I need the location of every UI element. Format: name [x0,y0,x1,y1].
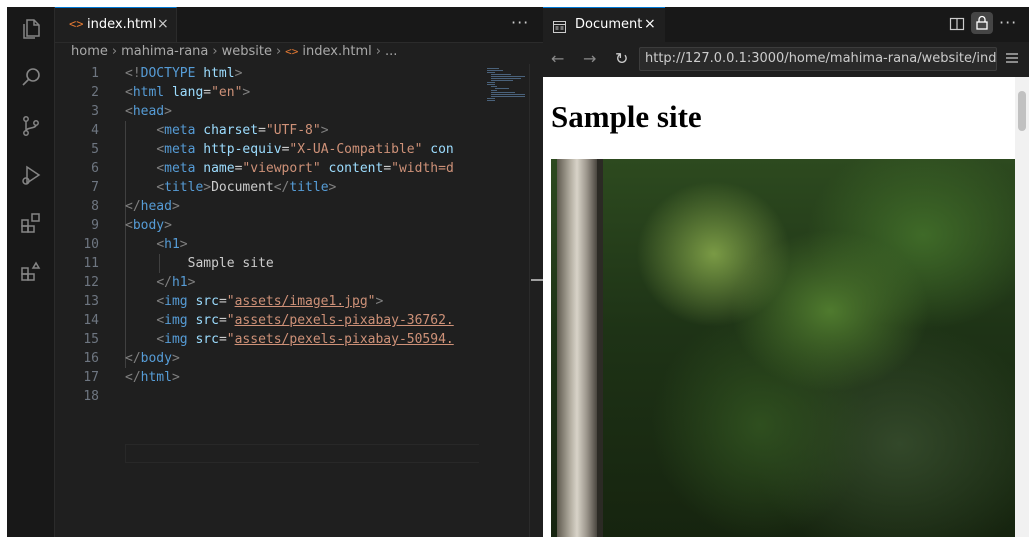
window-top-edge [0,0,1029,7]
scrollbar-thumb[interactable] [1018,91,1026,131]
tab-label: Document [575,17,643,32]
chevron-right-icon: › [375,44,381,59]
editor-scrollbar[interactable] [529,64,544,537]
close-icon[interactable]: × [644,16,656,32]
more-actions-icon[interactable]: ··· [999,13,1017,32]
breadcrumb: home › mahima-rana › website › <> index.html ›..… [71,44,397,64]
browser-preview: Document × ··· ← → ↻ http://127.0.0.1:30… [543,7,1029,537]
breadcrumb-item-symbols[interactable]: ... [385,44,397,59]
menu-icon[interactable] [1005,50,1019,64]
code-line: 4 <meta charset="UTF-8"> [91,123,329,138]
code-line: 11 Sample site [83,256,274,271]
breadcrumb-item-file[interactable]: index.html [302,44,371,59]
explorer-icon[interactable] [19,17,43,41]
browser-icon [553,18,566,33]
minimap[interactable] [479,64,529,537]
remote-explorer-icon[interactable] [19,259,43,283]
code-line: 13 <img src="assets/image1.jpg"> [83,294,384,309]
code-line: 1 <!DOCTYPE html> [91,66,243,81]
breadcrumb-item-user[interactable]: mahima-rana [121,44,208,59]
code-line: 15 <img src="assets/pexels-pixabay-50594… [83,332,454,347]
run-debug-icon[interactable] [19,163,43,187]
code-line: 7 <title>Document</title> [91,180,337,195]
tab-label: index.html [87,17,157,32]
image-path-link[interactable]: assets/pexels-pixabay-36762. [235,313,454,328]
reload-icon[interactable]: ↻ [615,49,628,68]
tab-document[interactable]: Document × [543,7,665,42]
image-path-link[interactable]: assets/image1.jpg [235,294,368,309]
split-editor-icon[interactable] [949,16,965,32]
lock-icon[interactable] [971,12,993,34]
html-file-icon: <> [69,17,84,31]
page-scrollbar[interactable] [1015,77,1029,537]
code-line: 9 <body> [91,218,172,233]
code-line: 18 [83,389,99,404]
image-path-link[interactable]: assets/pexels-pixabay-50594. [235,332,454,347]
back-icon[interactable]: ← [551,49,564,68]
forest-image [551,159,1015,537]
browser-tab-bar: Document × ··· [543,7,1029,42]
code-line: 16 </body> [83,351,180,366]
page-heading: Sample site [551,99,702,134]
close-icon[interactable]: × [157,16,169,32]
more-actions-icon[interactable]: ··· [511,13,529,32]
scroll-position-marker [531,279,543,281]
code-line: 17 </html> [83,370,180,385]
breadcrumb-item-home[interactable]: home [71,44,108,59]
editor-tab-bar: <> index.html × ··· [55,7,543,43]
url-input[interactable]: http://127.0.0.1:3000/home/mahima-rana/w… [639,47,997,71]
code-line: 12 </h1> [83,275,196,290]
code-line: 8 </head> [91,199,180,214]
tab-index-html[interactable]: <> index.html × [55,7,177,42]
extensions-icon[interactable] [19,211,43,235]
forward-icon[interactable]: → [583,49,596,68]
code-area[interactable]: 1 <!DOCTYPE html> 2 <html lang="en"> 3 <hea… [55,64,479,537]
code-editor: <> index.html × ··· home › mahima-rana › web… [55,7,544,537]
source-control-icon[interactable] [19,114,43,138]
search-icon[interactable] [19,65,43,89]
url-text: http://127.0.0.1:3000/home/mahima-rana/w… [645,51,997,66]
chevron-right-icon: › [275,44,282,59]
chevron-right-icon: › [111,44,118,59]
breadcrumb-item-website[interactable]: website [222,44,272,59]
code-line: 2 <html lang="en"> [91,85,251,100]
code-line: 6 <meta name="viewport" content="width=d [91,161,454,176]
code-line: 5 <meta http-equiv="X-UA-Compatible" con [91,142,454,157]
current-line-highlight [125,444,479,463]
browser-toolbar: ← → ↻ http://127.0.0.1:3000/home/mahima-… [543,42,1029,78]
window-left-edge [0,0,7,537]
page-viewport[interactable]: Sample site [543,77,1015,537]
code-line: 14 <img src="assets/pexels-pixabay-36762… [83,313,454,328]
html-file-icon: <> [285,45,299,58]
activity-bar [7,7,55,537]
code-line: 10 <h1> [83,237,188,252]
code-line: 3 <head> [91,104,172,119]
chevron-right-icon: › [212,44,218,59]
